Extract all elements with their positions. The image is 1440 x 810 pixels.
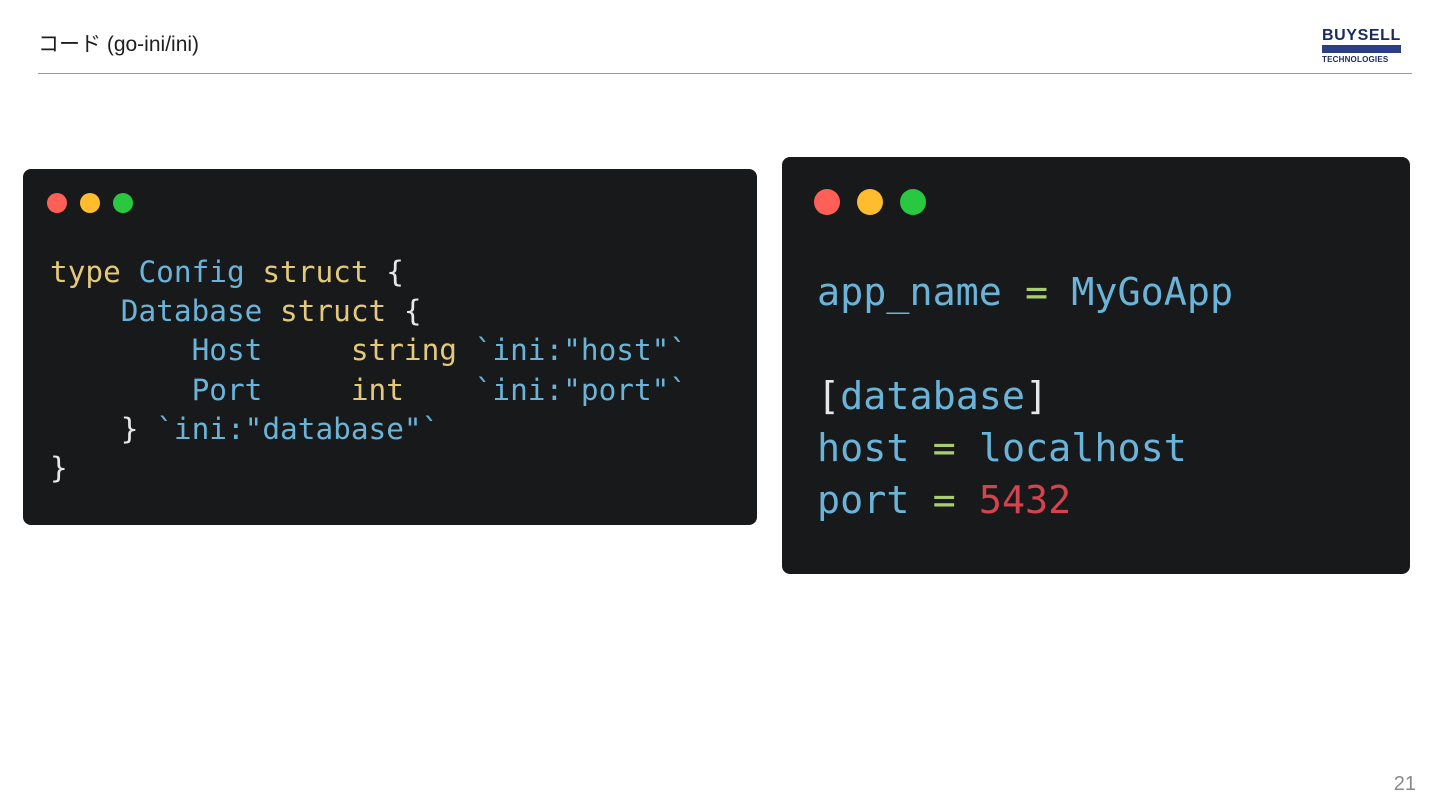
code-token: Port	[191, 372, 263, 407]
code-token: =	[1025, 270, 1049, 315]
code-token: {	[403, 294, 422, 329]
code-token: database	[840, 374, 1026, 419]
code-token: 5432	[978, 478, 1072, 523]
code-line: Host string `ini:"host"`	[50, 331, 687, 370]
code-token: `ini:"host"`	[474, 333, 688, 368]
window-zoom-dot	[113, 193, 133, 213]
window-minimize-dot	[857, 189, 883, 215]
code-token: `ini:"port"`	[474, 372, 688, 407]
code-token: {	[386, 255, 404, 289]
code-token: `ini:"database"`	[156, 411, 440, 446]
code-token: type	[50, 255, 121, 289]
code-line: } `ini:"database"`	[50, 410, 687, 449]
code-token: struct	[280, 294, 387, 329]
go-code-window: type Config struct { Database struct { H…	[23, 169, 757, 525]
code-line: port = 5432	[817, 475, 1233, 527]
logo-bottom-text: TECHNOLOGIES	[1322, 55, 1389, 64]
code-token: }	[120, 411, 139, 446]
ini-code-window: app_name = MyGoApp [database] host = loca…	[782, 157, 1410, 574]
window-zoom-dot	[900, 189, 926, 215]
code-token: ]	[1025, 374, 1049, 419]
code-token: =	[932, 478, 956, 523]
code-line: Database struct {	[50, 292, 687, 331]
code-line: Port int `ini:"port"`	[50, 371, 687, 410]
window-minimize-dot	[80, 193, 100, 213]
code-token: localhost	[978, 426, 1187, 471]
code-token: port	[817, 478, 910, 523]
code-token: app_name	[817, 270, 1002, 315]
code-token: }	[50, 450, 68, 485]
code-token: Host	[191, 333, 263, 368]
ini-file-code: app_name = MyGoApp [database] host = loca…	[817, 267, 1233, 527]
logo-top-text: BUYSELL	[1322, 27, 1401, 44]
buysell-logo: BUYSELL TECHNOLOGIES	[1322, 27, 1402, 65]
code-token: string	[350, 333, 457, 368]
code-token: host	[817, 426, 910, 471]
title-divider	[38, 73, 1412, 74]
code-token: Database	[120, 294, 263, 329]
code-line: host = localhost	[817, 423, 1233, 475]
code-token: MyGoApp	[1071, 270, 1234, 315]
code-token: struct	[262, 255, 369, 289]
code-token: =	[932, 426, 956, 471]
code-line: [database]	[817, 371, 1233, 423]
page-number: 21	[1393, 773, 1416, 795]
window-close-dot	[814, 189, 840, 215]
window-close-dot	[47, 193, 67, 213]
code-line: }	[50, 449, 687, 488]
go-struct-code: type Config struct { Database struct { H…	[50, 253, 687, 488]
code-token: [	[817, 374, 841, 419]
code-line: app_name = MyGoApp	[817, 267, 1233, 319]
slide-title: コード (go-ini/ini)	[38, 33, 200, 56]
code-line: type Config struct {	[50, 253, 687, 292]
code-token: Config	[138, 255, 245, 289]
logo-bar	[1322, 45, 1401, 53]
code-token: int	[350, 372, 404, 407]
